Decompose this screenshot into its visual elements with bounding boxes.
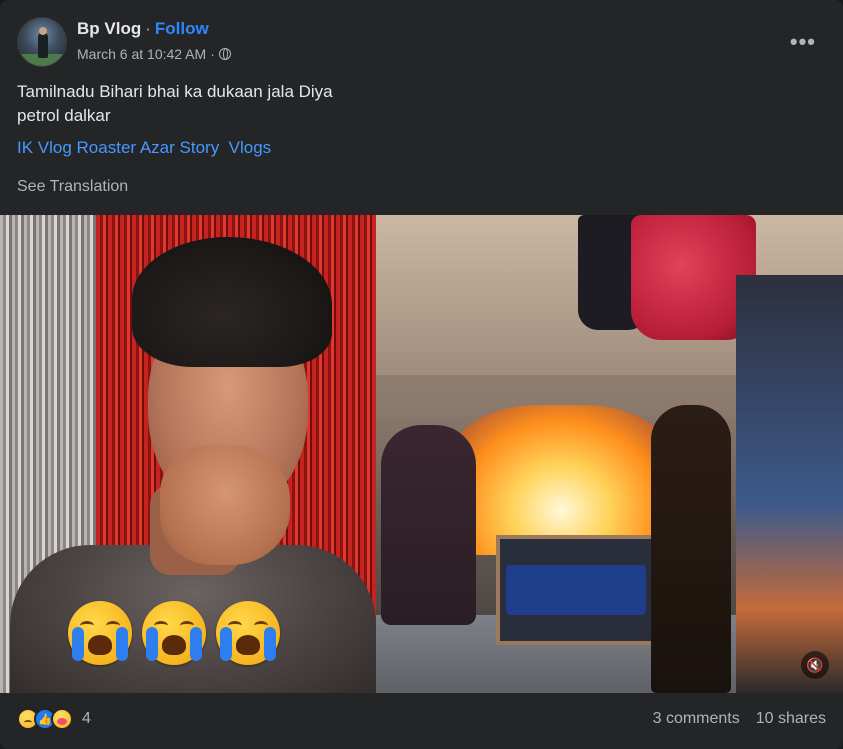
reaction-count[interactable]: 4 [82,710,91,728]
counter-sign [506,565,646,615]
care-reaction-icon [51,708,73,730]
crying-emoji-row [68,601,280,665]
author-avatar[interactable] [17,17,67,67]
person-left [381,425,476,625]
mute-icon[interactable]: 🔇 [801,651,829,679]
see-translation-link[interactable]: See Translation [17,178,128,196]
shop-shelf [736,275,843,693]
post-header: Bp Vlog · Follow March 6 at 10:42 AM · ••• [17,17,826,67]
tag-link-vlogs[interactable]: Vlogs [229,138,272,157]
shares-count[interactable]: 10 shares [756,710,826,728]
post-meta: March 6 at 10:42 AM · [77,46,231,62]
post-card: Bp Vlog · Follow March 6 at 10:42 AM · •••… [0,0,843,749]
more-options-icon[interactable]: ••• [790,31,816,53]
post-timestamp[interactable]: March 6 at 10:42 AM [77,46,206,62]
author-name[interactable]: Bp Vlog [77,19,141,38]
post-footer: 👍 4 3 comments 10 shares [17,703,826,735]
comments-count[interactable]: 3 comments [653,710,740,728]
name-separator: · [145,19,151,38]
avatar-figure [38,32,48,58]
person-right [651,405,731,693]
author-name-line: Bp Vlog · Follow [77,19,209,39]
fire-flames [446,405,676,555]
post-text-line-2: petrol dalkar [17,106,111,125]
tag-link-ik-vlog[interactable]: IK Vlog Roaster Azar Story [17,138,219,157]
meta-separator: · [210,46,215,62]
reaction-icons[interactable]: 👍 [17,708,73,730]
globe-icon [218,48,231,60]
person-hair [132,237,332,367]
post-text-line-1: Tamilnadu Bihari bhai ka dukaan jala Diy… [17,82,333,101]
post-tags: IK Vlog Roaster Azar Story Vlogs [17,138,271,158]
avatar-head [39,27,47,35]
video-right-panel: 🔇 [376,215,843,693]
video-left-panel [0,215,376,693]
post-text: Tamilnadu Bihari bhai ka dukaan jala Diy… [17,80,417,128]
loudly-crying-face-emoji [68,601,132,665]
person-hand [160,445,290,565]
follow-button[interactable]: Follow [155,19,209,38]
loudly-crying-face-emoji [216,601,280,665]
post-video[interactable]: 🔇 [0,215,843,693]
loudly-crying-face-emoji [142,601,206,665]
